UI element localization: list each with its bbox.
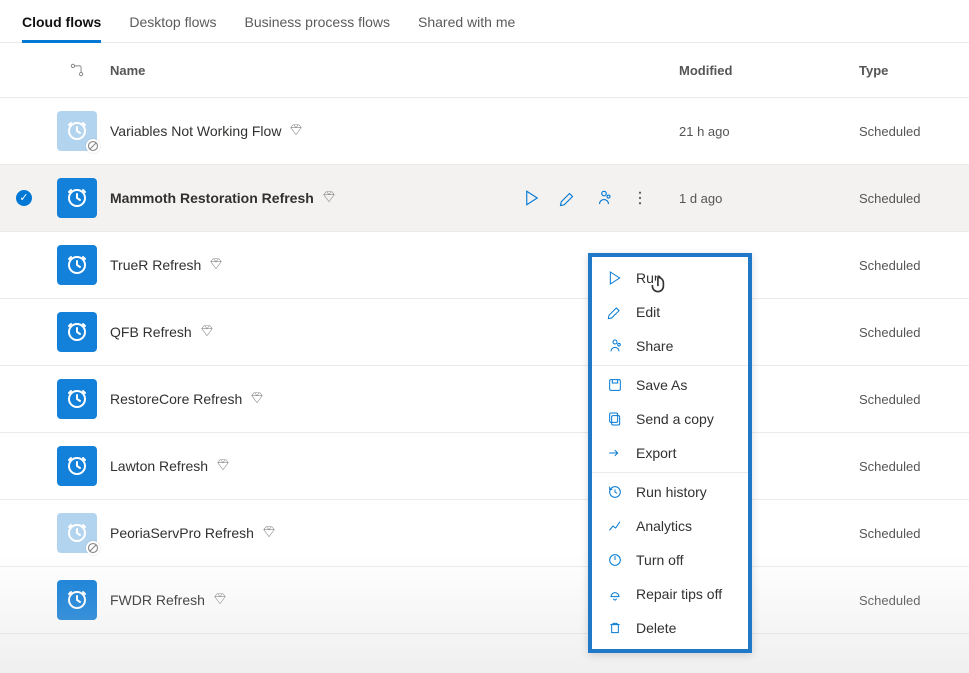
menu-label: Delete bbox=[636, 620, 676, 636]
type-cell: Scheduled bbox=[859, 124, 969, 139]
more-actions-button[interactable] bbox=[631, 189, 649, 207]
scheduled-flow-icon bbox=[57, 379, 97, 419]
type-cell: Scheduled bbox=[859, 325, 969, 340]
menu-label: Edit bbox=[636, 304, 660, 320]
flows-grid: Name Modified Type Variables Not Working… bbox=[0, 43, 969, 634]
disabled-badge-icon bbox=[86, 541, 100, 555]
disabled-badge-icon bbox=[86, 139, 100, 153]
run-button[interactable] bbox=[523, 189, 541, 207]
table-row[interactable]: FWDR Refresh Scheduled bbox=[0, 567, 969, 634]
tab-cloud-flows[interactable]: Cloud flows bbox=[22, 8, 101, 43]
menu-delete[interactable]: Delete bbox=[592, 611, 748, 645]
table-row[interactable]: RestoreCore Refresh Scheduled bbox=[0, 366, 969, 433]
premium-diamond-icon bbox=[250, 391, 264, 408]
type-cell: Scheduled bbox=[859, 392, 969, 407]
scheduled-flow-icon bbox=[57, 580, 97, 620]
modified-cell: 21 h ago bbox=[659, 124, 859, 139]
bell-icon bbox=[606, 586, 624, 602]
analytics-icon bbox=[606, 518, 624, 534]
scheduled-flow-icon bbox=[57, 178, 97, 218]
menu-label: Export bbox=[636, 445, 676, 461]
flow-name[interactable]: Lawton Refresh bbox=[110, 458, 208, 474]
type-cell: Scheduled bbox=[859, 459, 969, 474]
scheduled-flow-icon bbox=[57, 312, 97, 352]
menu-repair-tips[interactable]: Repair tips off bbox=[592, 577, 748, 611]
table-row[interactable]: PeoriaServPro Refresh Scheduled bbox=[0, 500, 969, 567]
export-icon bbox=[606, 445, 624, 461]
menu-label: Analytics bbox=[636, 518, 692, 534]
more-vertical-icon bbox=[631, 189, 649, 207]
col-header-name[interactable]: Name bbox=[106, 63, 509, 78]
premium-diamond-icon bbox=[262, 525, 276, 542]
flow-name[interactable]: Variables Not Working Flow bbox=[110, 123, 281, 139]
type-cell: Scheduled bbox=[859, 526, 969, 541]
menu-analytics[interactable]: Analytics bbox=[592, 509, 748, 543]
trash-icon bbox=[606, 620, 624, 636]
menu-label: Share bbox=[636, 338, 673, 354]
share-icon bbox=[595, 189, 613, 207]
menu-send-copy[interactable]: Send a copy bbox=[592, 402, 748, 436]
table-row[interactable]: TrueR Refresh Scheduled bbox=[0, 232, 969, 299]
edit-button[interactable] bbox=[559, 189, 577, 207]
type-cell: Scheduled bbox=[859, 191, 969, 206]
col-header-modified[interactable]: Modified bbox=[659, 63, 859, 78]
premium-diamond-icon bbox=[209, 257, 223, 274]
share-icon bbox=[606, 338, 624, 354]
menu-share[interactable]: Share bbox=[592, 329, 748, 363]
table-row[interactable]: Variables Not Working Flow 21 h agoSchedu… bbox=[0, 98, 969, 165]
menu-turn-off[interactable]: Turn off bbox=[592, 543, 748, 577]
flow-name[interactable]: FWDR Refresh bbox=[110, 592, 205, 608]
modified-cell: 1 d ago bbox=[659, 191, 859, 206]
copy-icon bbox=[606, 411, 624, 427]
pencil-icon bbox=[559, 189, 577, 207]
premium-diamond-icon bbox=[289, 123, 303, 140]
flow-name[interactable]: RestoreCore Refresh bbox=[110, 391, 242, 407]
flow-name[interactable]: Mammoth Restoration Refresh bbox=[110, 190, 314, 206]
flow-name[interactable]: PeoriaServPro Refresh bbox=[110, 525, 254, 541]
table-row[interactable]: Mammoth Restoration Refresh 1 d agoSchedu… bbox=[0, 165, 969, 232]
tab-shared[interactable]: Shared with me bbox=[418, 8, 515, 42]
play-icon bbox=[523, 189, 541, 207]
premium-diamond-icon bbox=[213, 592, 227, 609]
menu-label: Save As bbox=[636, 377, 687, 393]
menu-label: Send a copy bbox=[636, 411, 714, 427]
menu-edit[interactable]: Edit bbox=[592, 295, 748, 329]
col-header-type[interactable]: Type bbox=[859, 63, 969, 78]
flow-type-icon-header bbox=[48, 61, 106, 79]
menu-run-history[interactable]: Run history bbox=[592, 475, 748, 509]
tab-bpf[interactable]: Business process flows bbox=[244, 8, 390, 42]
premium-diamond-icon bbox=[322, 190, 336, 207]
type-cell: Scheduled bbox=[859, 258, 969, 273]
menu-save-as[interactable]: Save As bbox=[592, 368, 748, 402]
menu-divider bbox=[592, 472, 748, 473]
save-icon bbox=[606, 377, 624, 393]
row-selected-check[interactable] bbox=[16, 190, 32, 206]
table-row[interactable]: Lawton Refresh Scheduled bbox=[0, 433, 969, 500]
menu-label: Turn off bbox=[636, 552, 683, 568]
power-icon bbox=[606, 552, 624, 568]
table-row[interactable]: QFB Refresh Scheduled bbox=[0, 299, 969, 366]
menu-label: Repair tips off bbox=[636, 586, 722, 602]
premium-diamond-icon bbox=[216, 458, 230, 475]
menu-run[interactable]: Run bbox=[592, 261, 748, 295]
menu-divider bbox=[592, 365, 748, 366]
menu-export[interactable]: Export bbox=[592, 436, 748, 470]
flow-context-menu: Run Edit Share Save As Send a copy Expor… bbox=[588, 253, 752, 653]
premium-diamond-icon bbox=[200, 324, 214, 341]
scheduled-flow-icon bbox=[57, 245, 97, 285]
menu-label: Run bbox=[636, 270, 662, 286]
menu-label: Run history bbox=[636, 484, 707, 500]
type-cell: Scheduled bbox=[859, 593, 969, 608]
flow-name[interactable]: QFB Refresh bbox=[110, 324, 192, 340]
grid-header: Name Modified Type bbox=[0, 43, 969, 98]
history-icon bbox=[606, 484, 624, 500]
tabs-bar: Cloud flows Desktop flows Business proce… bbox=[0, 0, 969, 43]
scheduled-flow-icon bbox=[57, 446, 97, 486]
flow-name[interactable]: TrueR Refresh bbox=[110, 257, 201, 273]
pencil-icon bbox=[606, 304, 624, 320]
tab-desktop-flows[interactable]: Desktop flows bbox=[129, 8, 216, 42]
share-button[interactable] bbox=[595, 189, 613, 207]
play-icon bbox=[606, 270, 624, 286]
